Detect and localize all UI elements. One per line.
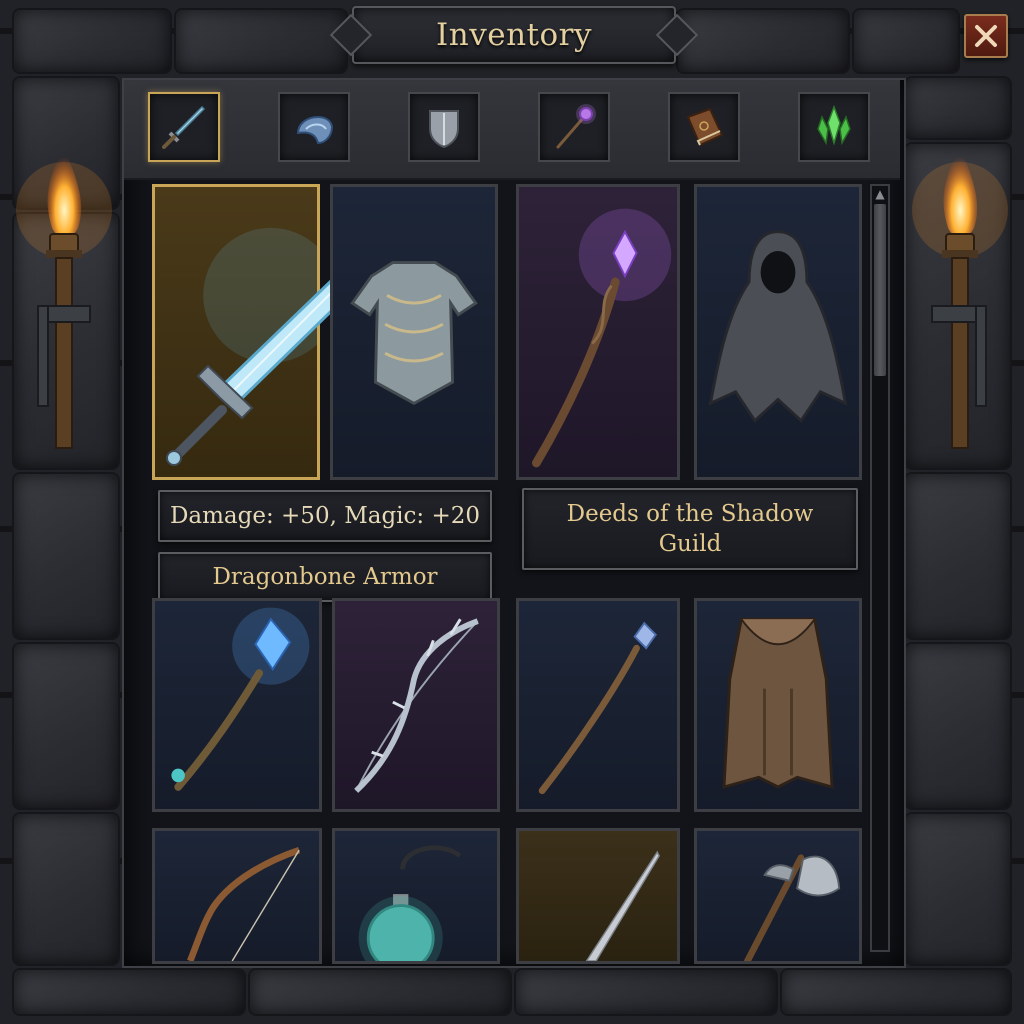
sword-icon	[162, 105, 206, 149]
wooden-wand-icon	[538, 621, 658, 795]
wall-torch-left	[16, 140, 116, 460]
wall-stone	[176, 10, 346, 72]
category-tab-bar	[124, 80, 900, 180]
tab-books[interactable]	[668, 92, 740, 162]
close-button[interactable]	[964, 14, 1008, 58]
item-name-text: Dragonbone Armor	[212, 564, 438, 590]
recurve-bow-icon	[187, 846, 301, 961]
thin-blade-icon	[585, 850, 660, 961]
item-slot-armor[interactable]	[330, 184, 498, 480]
wall-stone	[782, 970, 1010, 1014]
window-title: Inventory	[436, 17, 592, 53]
wall-stone	[906, 644, 1010, 808]
wall-stone	[906, 814, 1010, 964]
blue-crystal-staff-icon	[171, 607, 310, 791]
book-icon	[686, 107, 724, 147]
item-slot-wooden-wand[interactable]	[516, 598, 680, 812]
staff-icon	[556, 104, 596, 149]
shield-icon	[429, 110, 459, 149]
item-slot-leather-cape[interactable]	[694, 598, 862, 812]
battle-axe-icon	[744, 854, 841, 961]
potion-flask-icon	[358, 845, 462, 961]
wall-stone	[906, 474, 1010, 638]
hooded-cloak-icon	[708, 230, 848, 423]
leather-cape-icon	[722, 617, 834, 789]
wall-stone	[14, 10, 170, 72]
book-title-text: Deeds of the Shadow Guild	[566, 501, 814, 557]
item-name-tooltip: Dragonbone Armor	[158, 552, 492, 602]
tab-weapons[interactable]	[148, 92, 220, 162]
item-slot-battle-axe[interactable]	[694, 828, 862, 964]
item-slot-thorned-bow[interactable]	[332, 598, 500, 812]
wall-stone	[14, 814, 118, 964]
item-slot-potion[interactable]	[332, 828, 500, 964]
wall-stone	[516, 970, 776, 1014]
purple-crystal-staff-icon	[532, 208, 672, 468]
item-stats-text: Damage: +50, Magic: +20	[169, 503, 481, 529]
item-slot-thin-blade[interactable]	[516, 828, 680, 964]
scroll-up-arrow[interactable]: ▲	[872, 186, 888, 202]
item-slot-recurve-bow[interactable]	[152, 828, 322, 964]
tab-shields[interactable]	[408, 92, 480, 162]
scale-armor-icon	[350, 261, 478, 406]
wall-stone	[14, 474, 118, 638]
wall-stone	[14, 644, 118, 808]
window-title-plaque: Inventory	[352, 6, 676, 64]
wall-stone	[250, 970, 510, 1014]
gem-icon	[817, 104, 851, 146]
helmet-icon	[296, 115, 334, 145]
item-slot-purple-staff[interactable]	[516, 184, 680, 480]
close-icon	[975, 25, 997, 47]
wall-stone	[854, 10, 958, 72]
tab-helmets[interactable]	[278, 92, 350, 162]
tab-gems[interactable]	[798, 92, 870, 162]
tab-staves[interactable]	[538, 92, 610, 162]
item-slot-cloak[interactable]	[694, 184, 862, 480]
wall-stone	[906, 78, 1010, 138]
item-slot-blue-staff[interactable]	[152, 598, 322, 812]
wall-stone	[14, 970, 244, 1014]
item-stats-tooltip: Damage: +50, Magic: +20	[158, 490, 492, 542]
wall-stone	[678, 10, 848, 72]
book-title-tooltip: Deeds of the Shadow Guild	[522, 488, 858, 570]
scrollbar-thumb[interactable]	[874, 204, 886, 376]
wall-torch-right	[908, 140, 1008, 460]
thorned-bow-icon	[354, 618, 479, 793]
